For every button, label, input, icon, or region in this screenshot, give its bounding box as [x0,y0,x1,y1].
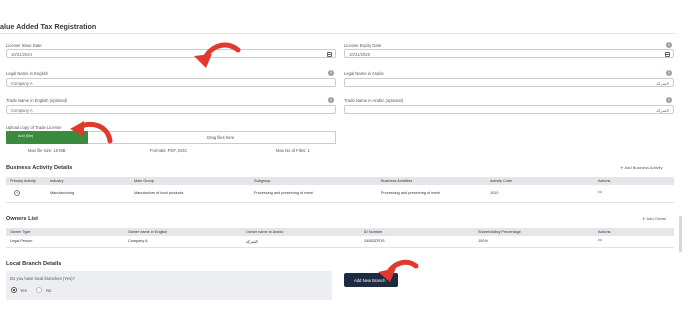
owners-title: Owners List [6,216,39,222]
row-actions-menu[interactable]: ••• [598,190,602,194]
cell-code: 1010 [490,191,499,195]
license-issue-date-value: 10/31/2024 [11,52,32,57]
scrollbar-thumb[interactable] [679,216,682,252]
upload-max-files: Max No of Files: 1 [276,148,310,153]
radio-yes-label: Yes [20,288,27,293]
upload-label: Upload copy of Trade License [6,125,62,130]
trade-name-ar-value: الشركة [656,108,669,113]
col-header: Subgroup [254,179,271,183]
license-expiry-date-value: 10/31/2025 [349,52,370,57]
cell-main-group: Manufacture of food products [134,191,184,195]
table-divider [6,247,674,248]
trade-name-en-field[interactable]: Company A [6,105,336,114]
license-expiry-date-label: License Expiry Date [344,43,382,48]
legal-name-ar-field[interactable]: الشركة [344,78,674,87]
trade-name-ar-field[interactable]: الشركة [344,105,674,114]
upload-formats: Formats: PDF, DOC [150,148,188,153]
col-header: Industry [50,179,64,183]
add-business-activity-link[interactable]: +Add Business Activity [620,165,663,172]
title-divider [0,33,676,34]
legal-name-ar-value: الشركة [656,81,669,86]
cell-name-ar: الشركة [246,240,258,244]
col-header: ID Number [364,230,383,234]
row-actions-menu[interactable]: ••• [598,238,602,242]
col-header: Owner Type [10,230,31,234]
info-icon[interactable]: i [328,97,334,103]
col-header: Actions [598,230,611,234]
info-icon[interactable]: i [328,70,334,76]
radio-no-label: No [46,288,52,293]
annotation-arrow-icon [194,42,241,68]
legal-name-en-value: Company A [11,81,33,86]
business-activity-title: Business Activity Details [6,165,73,171]
cell-owner-type: Legal Person [10,239,33,243]
expand-icon[interactable]: + [14,190,20,196]
calendar-icon[interactable] [665,51,670,57]
trade-name-ar-label: Trade Name in Arabic (optional) [344,98,403,103]
trade-name-en-label: Trade Name in English (optional) [6,98,68,103]
branch-question: Do you have local branches (Yes)? [10,276,75,281]
license-issue-date-field[interactable]: 10/31/2024 [6,49,336,58]
col-header: Owner name in Arabic [246,230,284,234]
legal-name-ar-label: Legal Name in Arabic [344,71,384,76]
annotation-arrow-icon [378,259,419,282]
col-header: Main Group [134,179,154,183]
radio-no[interactable] [36,287,42,293]
col-header: Actions [598,179,611,183]
add-file-label: Add (file) [18,134,34,138]
trade-name-en-value: Company A [11,108,33,113]
annotation-arrow-icon [70,121,113,144]
table-row: Legal Person Company A الشركة 24083ZFDS … [6,236,674,246]
plus-icon: + [620,166,624,172]
col-header: Shareholding Percentage [478,230,521,234]
col-header: Owner name in English [128,230,168,234]
legal-name-en-field[interactable]: Company A [6,78,336,87]
cell-share: 100% [478,239,488,243]
table-divider [6,202,674,203]
business-activity-header: Primary Activity Industry Main Group Sub… [6,177,674,185]
owners-header: Owner Type Owner name in English Owner n… [6,228,674,236]
local-branch-title: Local Branch Details [6,261,62,267]
upload-drop-text: Drag files here [207,135,235,140]
plus-icon: + [642,217,646,223]
col-header: Activity Code [490,179,513,183]
page-title: alue Added Tax Registration [0,22,97,31]
col-header: Business Activities [381,179,413,183]
cell-subgroup: Processing and preserving of meat [254,191,313,195]
license-expiry-date-field[interactable]: 10/31/2025 [344,49,674,58]
cell-name-en: Company A [128,239,148,243]
info-icon[interactable]: i [666,97,672,103]
branch-question-box: Do you have local branches (Yes)? Yes No [6,271,332,300]
add-owner-link[interactable]: +Add Owner [642,216,667,223]
cell-activities: Processing and preserving of meat [381,191,440,195]
info-icon[interactable]: i [666,70,672,76]
cell-id-number: 24083ZFDS [364,239,385,243]
calendar-icon[interactable] [327,51,332,57]
col-header: Primary Activity [10,179,36,183]
upload-max-size: Max file size: 10 MB [28,148,66,153]
table-row: + Manufacturing Manufacture of food prod… [6,185,674,202]
legal-name-en-label: Legal Name in English [6,71,48,76]
license-issue-date-label: License Issue Date [6,43,42,48]
radio-yes[interactable] [11,287,17,293]
info-icon[interactable]: i [666,42,672,48]
cell-industry: Manufacturing [50,191,75,195]
